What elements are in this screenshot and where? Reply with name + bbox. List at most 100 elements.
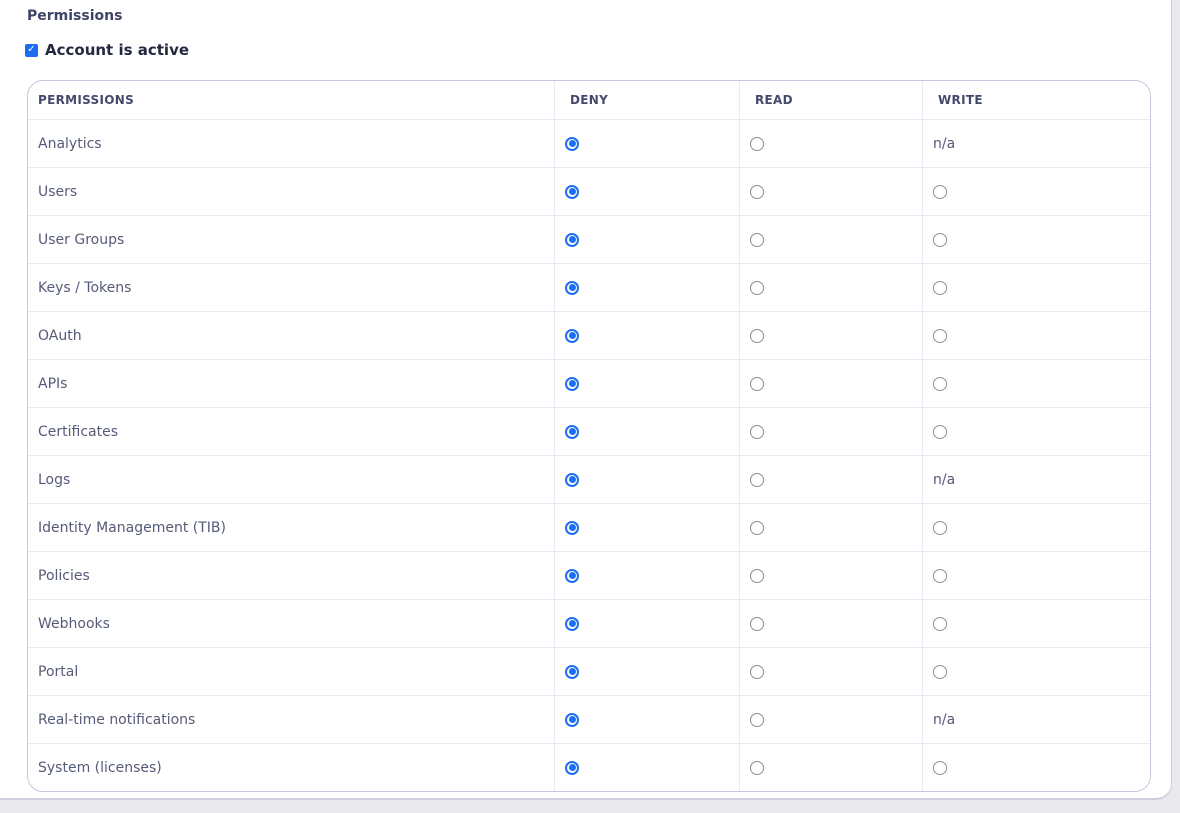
table-row: Logs n/a [28, 455, 1150, 503]
deny-cell [554, 456, 739, 503]
deny-radio[interactable] [565, 521, 579, 535]
read-radio[interactable] [750, 569, 764, 583]
deny-cell [554, 408, 739, 455]
table-body: Analyticsn/aUsersUser GroupsKeys / Token… [28, 119, 1150, 791]
write-radio[interactable] [933, 281, 947, 295]
account-active-row[interactable]: ✓ Account is active [25, 41, 1171, 59]
deny-radio[interactable] [565, 569, 579, 583]
permission-label: Real-time notifications [28, 696, 554, 743]
read-radio[interactable] [750, 521, 764, 535]
read-cell [739, 648, 922, 695]
deny-radio[interactable] [565, 617, 579, 631]
column-header-permissions: PERMISSIONS [28, 81, 554, 119]
write-radio[interactable] [933, 569, 947, 583]
deny-cell [554, 600, 739, 647]
deny-cell [554, 360, 739, 407]
permission-label: Portal [28, 648, 554, 695]
permission-label: OAuth [28, 312, 554, 359]
read-cell [739, 504, 922, 551]
write-radio[interactable] [933, 617, 947, 631]
read-radio[interactable] [750, 137, 764, 151]
read-radio[interactable] [750, 713, 764, 727]
table-row: Identity Management (TIB) [28, 503, 1150, 551]
permission-label: Certificates [28, 408, 554, 455]
deny-radio[interactable] [565, 425, 579, 439]
deny-cell [554, 504, 739, 551]
write-radio[interactable] [933, 329, 947, 343]
write-cell [922, 264, 1150, 311]
read-cell [739, 552, 922, 599]
permission-label: Analytics [28, 120, 554, 167]
permission-label: Keys / Tokens [28, 264, 554, 311]
column-header-read: READ [739, 81, 922, 119]
write-na-label: n/a [933, 712, 955, 728]
read-radio[interactable] [750, 473, 764, 487]
main-panel: Permissions ✓ Account is active PERMISSI… [0, 0, 1172, 800]
read-radio[interactable] [750, 377, 764, 391]
read-radio[interactable] [750, 425, 764, 439]
deny-radio[interactable] [565, 329, 579, 343]
write-radio[interactable] [933, 377, 947, 391]
write-radio[interactable] [933, 233, 947, 247]
account-active-checkbox[interactable]: ✓ [25, 44, 38, 57]
permissions-table: PERMISSIONS DENY READ WRITE Analytics n/a… [27, 80, 1151, 792]
table-row: Certificates [28, 407, 1150, 455]
read-cell [739, 216, 922, 263]
account-active-label: Account is active [45, 41, 189, 59]
write-radio[interactable] [933, 425, 947, 439]
read-cell [739, 744, 922, 791]
read-cell [739, 168, 922, 215]
column-header-deny: DENY [554, 81, 739, 119]
permission-label: Webhooks [28, 600, 554, 647]
write-radio[interactable] [933, 665, 947, 679]
deny-cell [554, 264, 739, 311]
table-row: Portal [28, 647, 1150, 695]
read-cell [739, 456, 922, 503]
read-radio[interactable] [750, 617, 764, 631]
read-radio[interactable] [750, 329, 764, 343]
read-radio[interactable] [750, 185, 764, 199]
read-cell [739, 264, 922, 311]
write-cell [922, 168, 1150, 215]
deny-radio[interactable] [565, 185, 579, 199]
deny-cell [554, 120, 739, 167]
table-row: Analytics n/a [28, 119, 1150, 167]
deny-cell [554, 312, 739, 359]
permission-label: APIs [28, 360, 554, 407]
write-radio[interactable] [933, 761, 947, 775]
deny-radio[interactable] [565, 665, 579, 679]
read-radio[interactable] [750, 281, 764, 295]
write-cell [922, 648, 1150, 695]
read-radio[interactable] [750, 233, 764, 247]
write-cell: n/a [922, 456, 1150, 503]
write-cell [922, 360, 1150, 407]
read-cell [739, 696, 922, 743]
page-title: Permissions [27, 9, 1171, 24]
write-cell: n/a [922, 120, 1150, 167]
write-radio[interactable] [933, 521, 947, 535]
write-cell [922, 552, 1150, 599]
deny-radio[interactable] [565, 137, 579, 151]
deny-radio[interactable] [565, 377, 579, 391]
read-radio[interactable] [750, 761, 764, 775]
permission-label: User Groups [28, 216, 554, 263]
column-header-write: WRITE [922, 81, 1150, 119]
table-row: System (licenses) [28, 743, 1150, 791]
deny-radio[interactable] [565, 713, 579, 727]
table-row: Policies [28, 551, 1150, 599]
deny-radio[interactable] [565, 281, 579, 295]
permission-label: Logs [28, 456, 554, 503]
write-radio[interactable] [933, 185, 947, 199]
read-cell [739, 312, 922, 359]
checkmark-icon: ✓ [27, 45, 35, 55]
deny-radio[interactable] [565, 761, 579, 775]
deny-radio[interactable] [565, 233, 579, 247]
deny-radio[interactable] [565, 473, 579, 487]
read-cell [739, 408, 922, 455]
write-cell [922, 216, 1150, 263]
write-cell [922, 600, 1150, 647]
write-cell: n/a [922, 696, 1150, 743]
read-radio[interactable] [750, 665, 764, 679]
permission-label: Identity Management (TIB) [28, 504, 554, 551]
write-na-label: n/a [933, 472, 955, 488]
